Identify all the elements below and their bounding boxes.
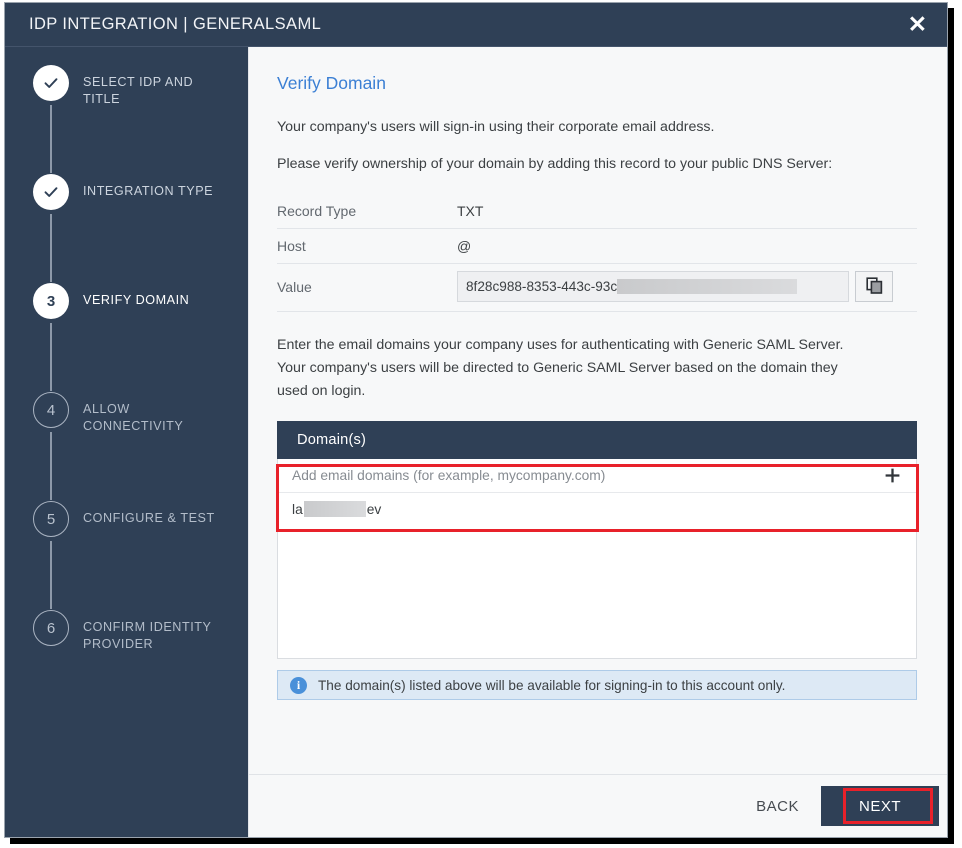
dialog-body: SELECT IDP AND TITLE INTEGRATION TYPE 3 … xyxy=(5,47,947,837)
info-icon: i xyxy=(290,676,307,694)
domain-item-prefix: la xyxy=(292,501,303,517)
list-item[interactable]: la ev xyxy=(278,493,916,525)
add-domain-row xyxy=(278,459,916,493)
sidebar-item-configure-and-test[interactable]: 5 CONFIGURE & TEST xyxy=(5,501,248,610)
sidebar-item-integration-type[interactable]: INTEGRATION TYPE xyxy=(5,174,248,283)
dialog-title: IDP INTEGRATION | GENERALSAML xyxy=(29,15,322,33)
dialog-footer: BACK NEXT xyxy=(249,774,947,837)
next-button-wrapper: NEXT xyxy=(821,786,939,826)
verify-domain-panel: Verify Domain Your company's users will … xyxy=(249,47,947,774)
table-row: Record Type TXT xyxy=(277,194,917,229)
table-row: Value 8f28c988-8353-443c-93c xyxy=(277,264,917,312)
sidebar-item-label: CONFIRM IDENTITY PROVIDER xyxy=(83,620,212,651)
domains-instruction: Enter the email domains your company use… xyxy=(277,334,917,403)
sidebar-item-select-idp-and-title[interactable]: SELECT IDP AND TITLE xyxy=(5,65,248,174)
record-type-value: TXT xyxy=(457,203,484,219)
page-title: Verify Domain xyxy=(277,73,386,93)
copy-icon xyxy=(865,276,883,297)
step-connector xyxy=(50,105,52,173)
value-cell: 8f28c988-8353-443c-93c xyxy=(457,264,917,312)
content-column: Verify Domain Your company's users will … xyxy=(249,47,947,837)
redaction-block xyxy=(617,279,798,294)
add-domain-button[interactable] xyxy=(882,466,902,485)
add-domain-input[interactable] xyxy=(292,468,882,483)
step-status-check-icon-2 xyxy=(33,174,69,210)
table-row: Host @ xyxy=(277,229,917,264)
step-connector xyxy=(50,323,52,391)
step-connector xyxy=(50,214,52,282)
step-connector xyxy=(50,541,52,609)
screenshot-root: IDP INTEGRATION | GENERALSAML ✕ SELECT I… xyxy=(0,0,962,848)
next-button[interactable]: NEXT xyxy=(821,786,939,826)
step-number-5: 5 xyxy=(33,501,69,537)
dialog-titlebar: IDP INTEGRATION | GENERALSAML ✕ xyxy=(5,3,947,47)
host-value: @ xyxy=(457,238,472,254)
sidebar-item-confirm-identity-provider[interactable]: 6 CONFIRM IDENTITY PROVIDER xyxy=(5,610,248,653)
info-banner: i The domain(s) listed above will be ava… xyxy=(277,670,917,700)
sidebar-item-label: ALLOW CONNECTIVITY xyxy=(83,402,184,433)
copy-value-button[interactable] xyxy=(855,271,893,302)
domains-instruction-line-2: Your company's users will be directed to… xyxy=(277,360,838,376)
dns-record-table: Record Type TXT Host @ Value 8f28c988-83… xyxy=(277,194,917,312)
instruction-text: Please verify ownership of your domain b… xyxy=(277,156,833,172)
value-label: Value xyxy=(277,278,312,295)
step-status-check-icon-1 xyxy=(33,65,69,101)
host-label: Host xyxy=(277,238,306,254)
domains-instruction-line-1: Enter the email domains your company use… xyxy=(277,337,844,353)
txt-value-field[interactable]: 8f28c988-8353-443c-93c xyxy=(457,271,849,302)
record-type-label: Record Type xyxy=(277,203,357,219)
sidebar-item-label: CONFIGURE & TEST xyxy=(83,511,215,525)
intro-text: Your company's users will sign-in using … xyxy=(277,119,715,135)
idp-integration-dialog: IDP INTEGRATION | GENERALSAML ✕ SELECT I… xyxy=(4,2,948,838)
wizard-stepper-sidebar: SELECT IDP AND TITLE INTEGRATION TYPE 3 … xyxy=(5,47,249,837)
info-banner-text: The domain(s) listed above will be avail… xyxy=(318,677,786,693)
domains-panel: Domain(s) la ev xyxy=(276,421,919,659)
sidebar-item-label: INTEGRATION TYPE xyxy=(83,184,214,198)
back-button[interactable]: BACK xyxy=(734,788,821,825)
sidebar-item-verify-domain[interactable]: 3 VERIFY DOMAIN xyxy=(5,283,248,392)
close-icon[interactable]: ✕ xyxy=(902,11,933,38)
step-number-6: 6 xyxy=(33,610,69,646)
sidebar-item-label: SELECT IDP AND TITLE xyxy=(83,75,194,106)
redaction-block xyxy=(303,501,366,517)
step-number-4: 4 xyxy=(33,392,69,428)
domains-panel-header: Domain(s) xyxy=(277,421,917,459)
sidebar-item-allow-connectivity[interactable]: 4 ALLOW CONNECTIVITY xyxy=(5,392,248,501)
step-number-3: 3 xyxy=(33,283,69,319)
domain-item-suffix: ev xyxy=(366,501,382,517)
domains-instruction-line-3: used on login. xyxy=(277,383,366,399)
txt-value-text: 8f28c988-8353-443c-93c xyxy=(466,279,618,294)
step-connector xyxy=(50,432,52,500)
domains-list-box: la ev xyxy=(277,459,917,659)
sidebar-item-label: VERIFY DOMAIN xyxy=(83,293,190,307)
